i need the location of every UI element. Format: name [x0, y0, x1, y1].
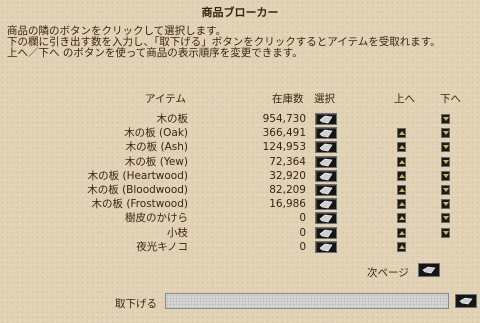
- select-item-button[interactable]: [315, 169, 337, 182]
- gem-icon: [319, 243, 333, 252]
- item-quantity: 0: [299, 240, 306, 253]
- column-header-stock: 在庫数: [272, 93, 304, 105]
- move-down-button[interactable]: [441, 114, 450, 124]
- item-name: 木の板 (Frostwood): [91, 198, 188, 211]
- item-quantity: 954,730: [262, 113, 306, 125]
- select-item-button[interactable]: [315, 198, 337, 211]
- table-row: 夜光キノコ 0: [0, 240, 480, 254]
- window-title: 商品ブローカー: [201, 6, 279, 19]
- item-quantity: 124,953: [262, 141, 306, 154]
- gem-icon: [459, 297, 473, 305]
- next-page-label: 次ページ: [367, 267, 409, 279]
- gem-icon: [422, 266, 436, 274]
- item-name: 木の板 (Yew): [124, 155, 188, 168]
- item-name: 木の板 (Bloodwood): [87, 184, 188, 196]
- table-row: 木の板 (Ash) 124,953: [0, 141, 480, 154]
- gem-icon: [319, 172, 333, 181]
- gem-icon: [319, 144, 333, 152]
- column-header-item: アイテム: [145, 93, 186, 105]
- table-row: 樹皮のかけら 0: [0, 212, 480, 225]
- table-row: 木の板 (Heartwood) 32,920: [0, 169, 480, 183]
- next-page-button[interactable]: [418, 263, 440, 277]
- move-down-button[interactable]: [441, 199, 450, 210]
- column-header-select: 選択: [314, 93, 335, 105]
- item-name: 木の板 (Oak): [124, 127, 188, 140]
- move-up-button[interactable]: [397, 128, 406, 139]
- gem-icon: [319, 115, 333, 124]
- move-down-button[interactable]: [441, 213, 450, 224]
- move-up-button[interactable]: [397, 227, 406, 238]
- move-up-button[interactable]: [397, 170, 406, 181]
- gem-icon: [319, 129, 333, 138]
- move-down-button[interactable]: [441, 170, 450, 181]
- item-name: 夜光キノコ: [136, 240, 188, 253]
- move-up-button[interactable]: [397, 213, 406, 224]
- table-row: 木の板 (Yew) 72,364: [0, 155, 480, 169]
- item-quantity: 72,364: [269, 155, 306, 168]
- instruction-line: 上へ／下へ のボタンを使って商品の表示順序を変更できます。: [7, 47, 303, 59]
- withdraw-label: 取下げる: [115, 298, 157, 310]
- column-header-down: 下へ: [440, 93, 461, 105]
- item-quantity: 0: [299, 226, 306, 239]
- item-name: 木の板 (Ash): [125, 141, 188, 154]
- item-quantity: 0: [299, 212, 306, 225]
- item-name: 木の板 (Heartwood): [87, 169, 188, 182]
- item-quantity: 32,920: [269, 169, 306, 182]
- gem-icon: [319, 200, 333, 209]
- select-item-button[interactable]: [315, 226, 337, 239]
- item-quantity: 366,491: [262, 127, 306, 140]
- move-up-button[interactable]: [397, 185, 406, 195]
- item-name: 小枝: [167, 226, 188, 239]
- item-name: 樹皮のかけら: [125, 212, 188, 225]
- gem-icon: [319, 158, 333, 166]
- move-down-button[interactable]: [441, 227, 450, 238]
- select-item-button[interactable]: [315, 184, 337, 196]
- gem-icon: [319, 186, 333, 195]
- move-down-button[interactable]: [441, 185, 450, 195]
- select-item-button[interactable]: [315, 240, 337, 253]
- gem-icon: [319, 229, 333, 237]
- item-quantity: 16,986: [269, 198, 306, 211]
- instructions: 商品の隣のボタンをクリックして選択します。 下の欄に引き出す数を入力し、「取下げ…: [7, 26, 473, 59]
- select-item-button[interactable]: [315, 141, 337, 154]
- column-header-up: 上へ: [394, 93, 415, 105]
- table-row: 木の板 (Bloodwood) 82,209: [0, 184, 480, 197]
- select-item-button[interactable]: [315, 212, 337, 225]
- select-item-button[interactable]: [315, 113, 337, 125]
- move-up-button[interactable]: [397, 156, 406, 167]
- withdraw-amount-input[interactable]: [165, 293, 449, 309]
- move-down-button[interactable]: [441, 156, 450, 167]
- move-up-button[interactable]: [397, 241, 406, 252]
- withdraw-button[interactable]: [455, 294, 477, 308]
- gem-icon: [319, 215, 333, 223]
- table-row: 小枝 0: [0, 226, 480, 240]
- item-quantity: 82,209: [269, 184, 306, 196]
- move-down-button[interactable]: [441, 128, 450, 139]
- table-row: 木の板 (Frostwood) 16,986: [0, 198, 480, 211]
- move-up-button[interactable]: [397, 142, 406, 153]
- select-item-button[interactable]: [315, 127, 337, 140]
- table-row: 木の板 954,730: [0, 113, 480, 126]
- move-up-button[interactable]: [397, 199, 406, 210]
- select-item-button[interactable]: [315, 155, 337, 168]
- move-down-button[interactable]: [441, 142, 450, 153]
- item-name: 木の板: [156, 113, 189, 125]
- table-row: 木の板 (Oak) 366,491: [0, 127, 480, 140]
